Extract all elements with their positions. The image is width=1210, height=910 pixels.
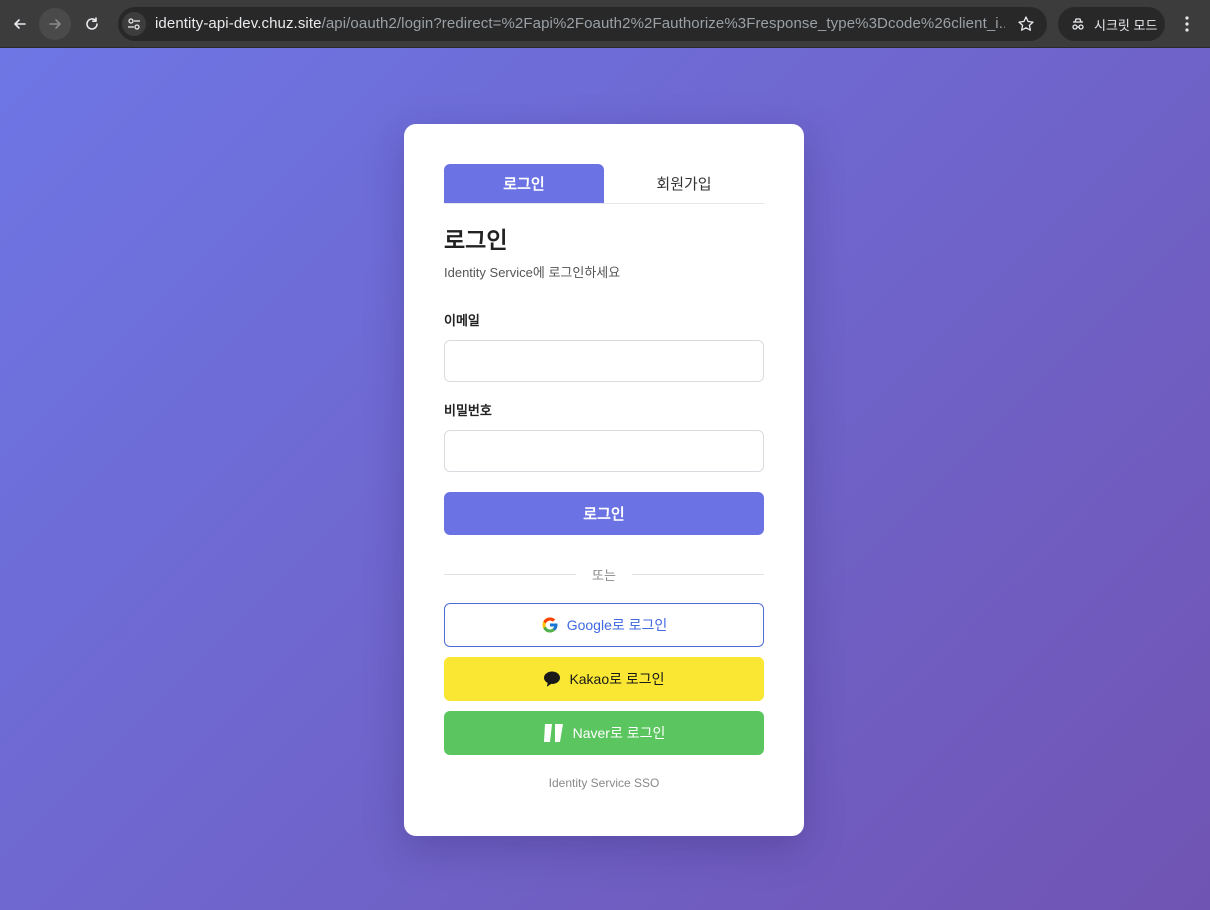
tab-login[interactable]: 로그인 xyxy=(444,164,604,203)
divider-text: 또는 xyxy=(592,567,616,583)
login-card: 로그인 회원가입 로그인 Identity Service에 로그인하세요 이메… xyxy=(404,124,804,836)
incognito-label: 시크릿 모드 xyxy=(1094,17,1158,33)
address-bar[interactable]: identity-api-dev.chuz.site/api/oauth2/lo… xyxy=(118,7,1047,41)
password-field[interactable] xyxy=(444,430,764,472)
tune-icon xyxy=(128,18,140,30)
divider-line-right xyxy=(631,573,765,575)
back-button[interactable] xyxy=(4,8,36,40)
reload-icon xyxy=(86,17,98,30)
page-subtitle: Identity Service에 로그인하세요 xyxy=(444,265,621,280)
kakao-speech-bubble-icon xyxy=(544,671,561,687)
page-title: 로그인 xyxy=(444,227,508,253)
reload-button[interactable] xyxy=(76,8,108,40)
kakao-login-button[interactable]: Kakao로 로그인 xyxy=(444,657,764,701)
url-host: identity-api-dev.chuz.site xyxy=(155,15,322,32)
tab-signup[interactable]: 회원가입 xyxy=(604,164,764,203)
password-label: 비밀번호 xyxy=(444,403,492,418)
bookmark-star-icon[interactable] xyxy=(1017,15,1035,33)
google-login-button[interactable]: Google로 로그인 xyxy=(444,603,764,647)
arrow-left-icon xyxy=(14,19,26,29)
url-text[interactable]: identity-api-dev.chuz.site/api/oauth2/lo… xyxy=(155,7,1005,41)
arrow-right-icon xyxy=(49,19,61,29)
naver-logo-icon xyxy=(543,724,563,742)
email-label: 이메일 xyxy=(444,313,480,328)
url-path: /api/oauth2/login?redirect=%2Fapi%2Foaut… xyxy=(321,15,1005,32)
footer-text: Identity Service SSO xyxy=(548,776,660,790)
google-login-label: Google로 로그인 xyxy=(566,617,668,633)
browser-menu-button[interactable] xyxy=(1175,12,1199,36)
browser-toolbar: identity-api-dev.chuz.site/api/oauth2/lo… xyxy=(0,0,1210,48)
forward-button[interactable] xyxy=(39,8,71,40)
email-field[interactable] xyxy=(444,340,764,382)
or-divider: 또는 xyxy=(444,564,765,584)
site-info-button[interactable] xyxy=(122,12,146,36)
kakao-login-label: Kakao로 로그인 xyxy=(569,671,665,687)
divider-line-left xyxy=(444,573,577,575)
naver-login-label: Naver로 로그인 xyxy=(572,725,666,741)
google-icon xyxy=(542,617,558,633)
more-vert-icon xyxy=(1185,16,1189,32)
login-submit-button[interactable]: 로그인 xyxy=(444,492,764,535)
auth-tabs: 로그인 회원가입 xyxy=(444,164,764,204)
incognito-badge[interactable]: 시크릿 모드 xyxy=(1058,7,1165,41)
incognito-icon xyxy=(1072,18,1084,30)
naver-login-button[interactable]: Naver로 로그인 xyxy=(444,711,764,755)
page-background: 로그인 회원가입 로그인 Identity Service에 로그인하세요 이메… xyxy=(0,48,1210,910)
